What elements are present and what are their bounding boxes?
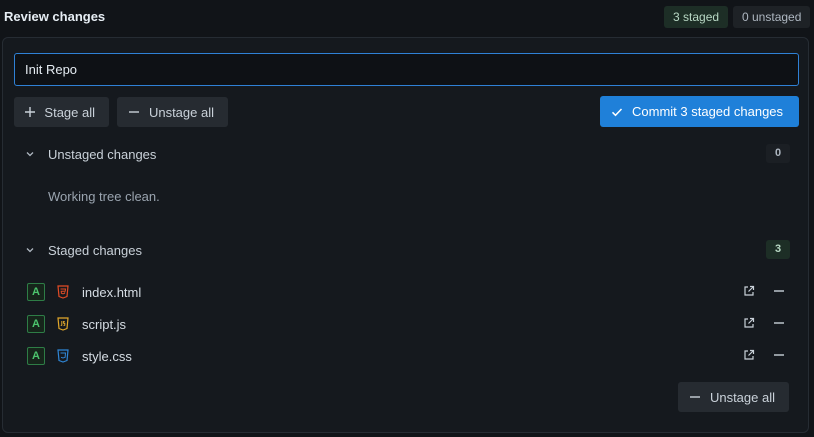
staged-file-row[interactable]: A index.html — [27, 281, 787, 303]
unstaged-section-title: Unstaged changes — [48, 146, 157, 162]
stage-all-button[interactable]: Stage all — [14, 97, 109, 127]
minus-icon — [127, 105, 141, 119]
chevron-down-icon — [23, 147, 37, 161]
unstage-all-top-button[interactable]: Unstage all — [117, 97, 228, 127]
open-file-icon[interactable] — [741, 315, 757, 331]
unstage-all-label: Unstage all — [709, 389, 775, 405]
chevron-down-icon — [23, 243, 37, 257]
unstage-all-label: Unstage all — [148, 104, 214, 120]
staged-count: 3 — [766, 240, 790, 259]
open-file-icon[interactable] — [741, 347, 757, 363]
unstage-file-icon[interactable] — [771, 347, 787, 363]
commit-message-input[interactable] — [14, 53, 799, 86]
unstaged-count: 0 — [766, 144, 790, 163]
staged-section-title: Staged changes — [48, 242, 142, 258]
stage-all-label: Stage all — [44, 104, 95, 120]
unstage-all-bottom-button[interactable]: Unstage all — [678, 382, 789, 412]
added-status-badge: A — [27, 315, 45, 333]
unstaged-count-badge: 0 unstaged — [733, 6, 811, 28]
html5-icon — [56, 285, 70, 299]
review-panel: Stage all Unstage all Commit 3 staged ch… — [2, 37, 809, 433]
file-name: script.js — [82, 316, 127, 332]
open-file-icon[interactable] — [741, 283, 757, 299]
unstage-file-icon[interactable] — [771, 283, 787, 299]
added-status-badge: A — [27, 283, 45, 301]
file-name: index.html — [82, 284, 142, 300]
review-header: Review changes 3 staged 0 unstaged — [0, 0, 814, 34]
plus-icon — [24, 105, 36, 119]
added-status-badge: A — [27, 347, 45, 365]
minus-icon — [688, 390, 702, 404]
file-name: style.css — [82, 348, 132, 364]
staged-section-header[interactable]: Staged changes 3 — [23, 238, 790, 262]
javascript-icon — [56, 317, 70, 331]
staged-count-badge: 3 staged — [664, 6, 729, 28]
commit-button[interactable]: Commit 3 staged changes — [600, 96, 799, 127]
unstage-file-icon[interactable] — [771, 315, 787, 331]
commit-button-label: Commit 3 staged changes — [632, 104, 784, 119]
empty-state-text: Working tree clean. — [48, 189, 160, 204]
staged-file-row[interactable]: A style.css — [27, 345, 787, 367]
unstaged-section-header[interactable]: Unstaged changes 0 — [23, 142, 790, 166]
page-title: Review changes — [4, 9, 106, 24]
check-icon — [610, 105, 624, 119]
css3-icon — [56, 349, 70, 363]
staged-file-row[interactable]: A script.js — [27, 313, 787, 335]
